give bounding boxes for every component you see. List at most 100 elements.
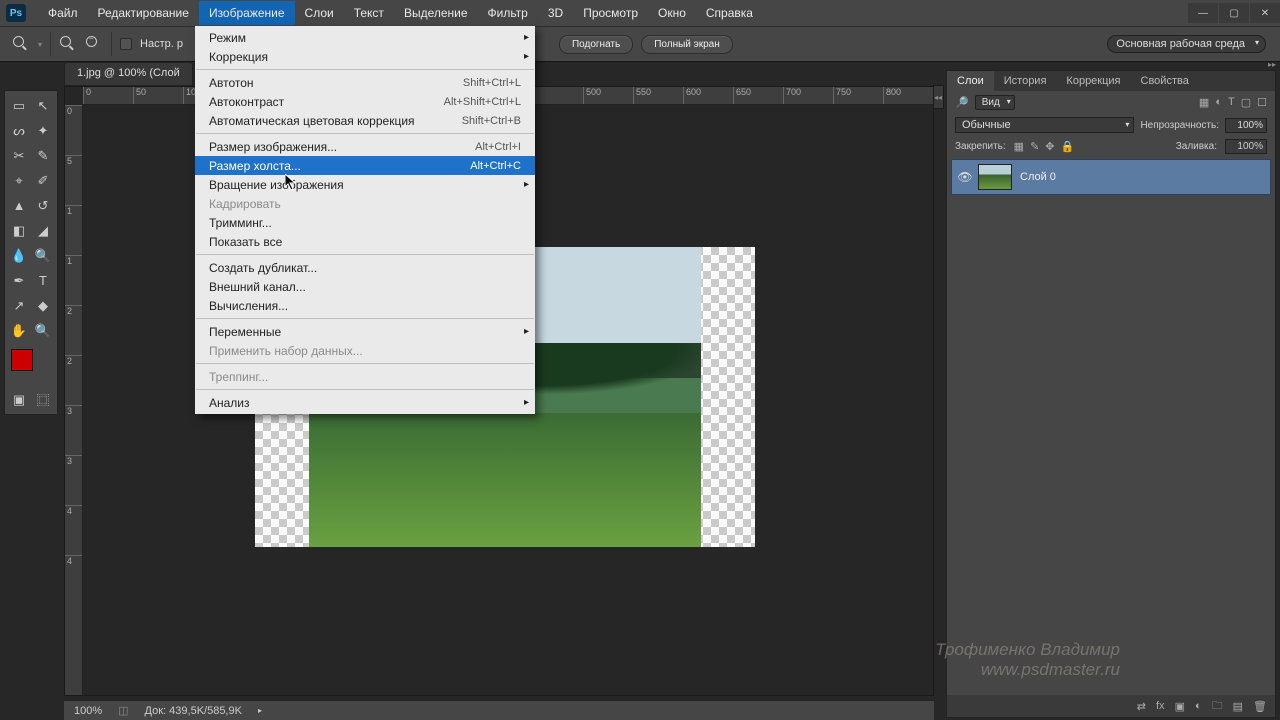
- filter-pixel-icon[interactable]: ▦: [1199, 96, 1209, 109]
- app-menubar: Ps ФайлРедактированиеИзображениеСлоиТекс…: [0, 0, 1280, 26]
- document-tab[interactable]: 1.jpg @ 100% (Слой: [64, 62, 193, 86]
- layer-kind-dropdown[interactable]: Вид: [975, 95, 1015, 110]
- menu-item[interactable]: Вычисления...: [195, 296, 535, 315]
- menu-item: Треппинг...: [195, 367, 535, 386]
- status-arrow-icon[interactable]: ▸: [258, 706, 262, 715]
- menu-item[interactable]: Тримминг...: [195, 213, 535, 232]
- menu-item[interactable]: Режим: [195, 28, 535, 47]
- minimize-button[interactable]: —: [1188, 3, 1218, 23]
- resize-windows-checkbox[interactable]: [120, 38, 132, 50]
- filter-adjust-icon[interactable]: ◐: [1215, 96, 1222, 109]
- panel-tab[interactable]: История: [994, 71, 1057, 91]
- fg-color-swatch[interactable]: [11, 349, 33, 371]
- menu-item[interactable]: Анализ: [195, 393, 535, 412]
- panel-tab[interactable]: Коррекция: [1056, 71, 1130, 91]
- lock-all-icon[interactable]: 🔒: [1061, 140, 1075, 153]
- menu-изображение[interactable]: Изображение: [199, 1, 295, 25]
- filter-type-icon[interactable]: T: [1228, 96, 1235, 109]
- menu-item[interactable]: АвтотонShift+Ctrl+L: [195, 73, 535, 92]
- current-tool-icon: [12, 35, 30, 53]
- layer-style-icon[interactable]: fx: [1156, 700, 1165, 712]
- blend-mode-dropdown[interactable]: Обычные: [955, 117, 1134, 133]
- menu-item[interactable]: Вращение изображения: [195, 175, 535, 194]
- lock-label: Закрепить:: [955, 141, 1006, 152]
- lasso-tool-icon[interactable]: ᔕ: [7, 118, 31, 143]
- history-brush-tool-icon[interactable]: ↺: [31, 193, 55, 218]
- menu-item[interactable]: Размер изображения...Alt+Ctrl+I: [195, 137, 535, 156]
- menu-выделение[interactable]: Выделение: [394, 1, 478, 25]
- maximize-button[interactable]: ▢: [1219, 3, 1249, 23]
- menu-текст[interactable]: Текст: [344, 1, 394, 25]
- right-panels: СлоиИсторияКоррекцияСвойства 🔎 Вид ▦ ◐ T…: [946, 70, 1276, 720]
- panel-tab[interactable]: Слои: [947, 71, 994, 91]
- menu-просмотр[interactable]: Просмотр: [573, 1, 648, 25]
- path-tool-icon[interactable]: ↗: [7, 293, 31, 318]
- menu-файл[interactable]: Файл: [38, 1, 88, 25]
- layer-visibility-icon[interactable]: 👁: [952, 170, 978, 184]
- layer-thumbnail[interactable]: [978, 164, 1012, 190]
- filter-shape-icon[interactable]: ▢: [1241, 96, 1251, 109]
- blur-tool-icon[interactable]: 💧: [7, 243, 31, 268]
- panel-tab[interactable]: Свойства: [1131, 71, 1199, 91]
- zoom-out-icon[interactable]: [85, 35, 103, 53]
- brush-tool-icon[interactable]: ✐: [31, 168, 55, 193]
- crop-tool-icon[interactable]: ✂: [7, 143, 31, 168]
- shape-tool-icon[interactable]: ◆: [31, 293, 55, 318]
- menu-редактирование[interactable]: Редактирование: [88, 1, 199, 25]
- bucket-tool-icon[interactable]: ◢: [31, 218, 55, 243]
- link-layers-icon[interactable]: ⇄: [1137, 700, 1146, 713]
- wand-tool-icon[interactable]: ✦: [31, 118, 55, 143]
- new-layer-icon[interactable]: ▤: [1233, 700, 1243, 713]
- filter-smart-icon[interactable]: ☐: [1257, 96, 1267, 109]
- lock-transparent-icon[interactable]: ▦: [1014, 140, 1024, 153]
- delete-layer-icon[interactable]: 🗑: [1253, 700, 1267, 713]
- screenmode-icon[interactable]: ⿴: [31, 387, 55, 412]
- zoom-in-icon[interactable]: [59, 35, 77, 53]
- menu-фильтр[interactable]: Фильтр: [478, 1, 538, 25]
- hand-tool-icon[interactable]: ✋: [7, 318, 31, 343]
- fill-input[interactable]: 100%: [1225, 139, 1267, 154]
- menu-3d[interactable]: 3D: [538, 1, 573, 25]
- layer-mask-icon[interactable]: ▣: [1175, 700, 1185, 713]
- eraser-tool-icon[interactable]: ◧: [7, 218, 31, 243]
- pen-tool-icon[interactable]: ✒: [7, 268, 31, 293]
- new-group-icon[interactable]: 🗀: [1212, 697, 1223, 716]
- quickmask-icon[interactable]: ▣: [7, 387, 31, 412]
- panel-tabs: СлоиИсторияКоррекцияСвойства: [947, 71, 1275, 91]
- type-tool-icon[interactable]: T: [31, 268, 55, 293]
- menu-окно[interactable]: Окно: [648, 1, 696, 25]
- menu-слои[interactable]: Слои: [295, 1, 344, 25]
- eyedropper-tool-icon[interactable]: ✎: [31, 143, 55, 168]
- stamp-tool-icon[interactable]: ▲: [7, 193, 31, 218]
- workspace-dropdown[interactable]: Основная рабочая среда: [1107, 35, 1266, 53]
- color-swatches[interactable]: [7, 347, 57, 387]
- menu-справка[interactable]: Справка: [696, 1, 763, 25]
- lock-position-icon[interactable]: ✥: [1045, 140, 1054, 153]
- menu-item[interactable]: Размер холста...Alt+Ctrl+C: [195, 156, 535, 175]
- move-tool-icon[interactable]: ▭: [7, 93, 31, 118]
- layer-row[interactable]: 👁 Слой 0: [951, 159, 1271, 195]
- menu-item[interactable]: Внешний канал...: [195, 277, 535, 296]
- toolbox: ▭↖ ᔕ✦ ✂✎ ⌖✐ ▲↺ ◧◢ 💧🔍 ✒T ↗◆ ✋🔍 ▣⿴: [4, 90, 58, 415]
- menu-item[interactable]: Автоматическая цветовая коррекцияShift+C…: [195, 111, 535, 130]
- layer-name[interactable]: Слой 0: [1020, 171, 1056, 183]
- status-extra-icon[interactable]: ◫: [118, 704, 128, 717]
- menu-item[interactable]: Коррекция: [195, 47, 535, 66]
- dodge-tool-icon[interactable]: 🔍: [31, 243, 55, 268]
- zoom-level[interactable]: 100%: [74, 705, 102, 717]
- lock-image-icon[interactable]: ✎: [1030, 140, 1039, 153]
- fit-screen-button[interactable]: Подогнать: [559, 35, 633, 54]
- zoom-tool-icon[interactable]: 🔍: [31, 318, 55, 343]
- new-fill-icon[interactable]: ◐: [1195, 700, 1202, 712]
- menu-item[interactable]: Создать дубликат...: [195, 258, 535, 277]
- menu-item[interactable]: Показать все: [195, 232, 535, 251]
- fullscreen-button[interactable]: Полный экран: [641, 35, 733, 54]
- healing-tool-icon[interactable]: ⌖: [7, 168, 31, 193]
- opacity-input[interactable]: 100%: [1225, 118, 1267, 133]
- marquee-tool-icon[interactable]: ↖: [31, 93, 55, 118]
- layers-panel: СлоиИсторияКоррекцияСвойства 🔎 Вид ▦ ◐ T…: [946, 70, 1276, 718]
- close-button[interactable]: ✕: [1250, 3, 1280, 23]
- menu-item[interactable]: АвтоконтрастAlt+Shift+Ctrl+L: [195, 92, 535, 111]
- menu-item[interactable]: Переменные: [195, 322, 535, 341]
- window-controls: — ▢ ✕: [1187, 3, 1280, 23]
